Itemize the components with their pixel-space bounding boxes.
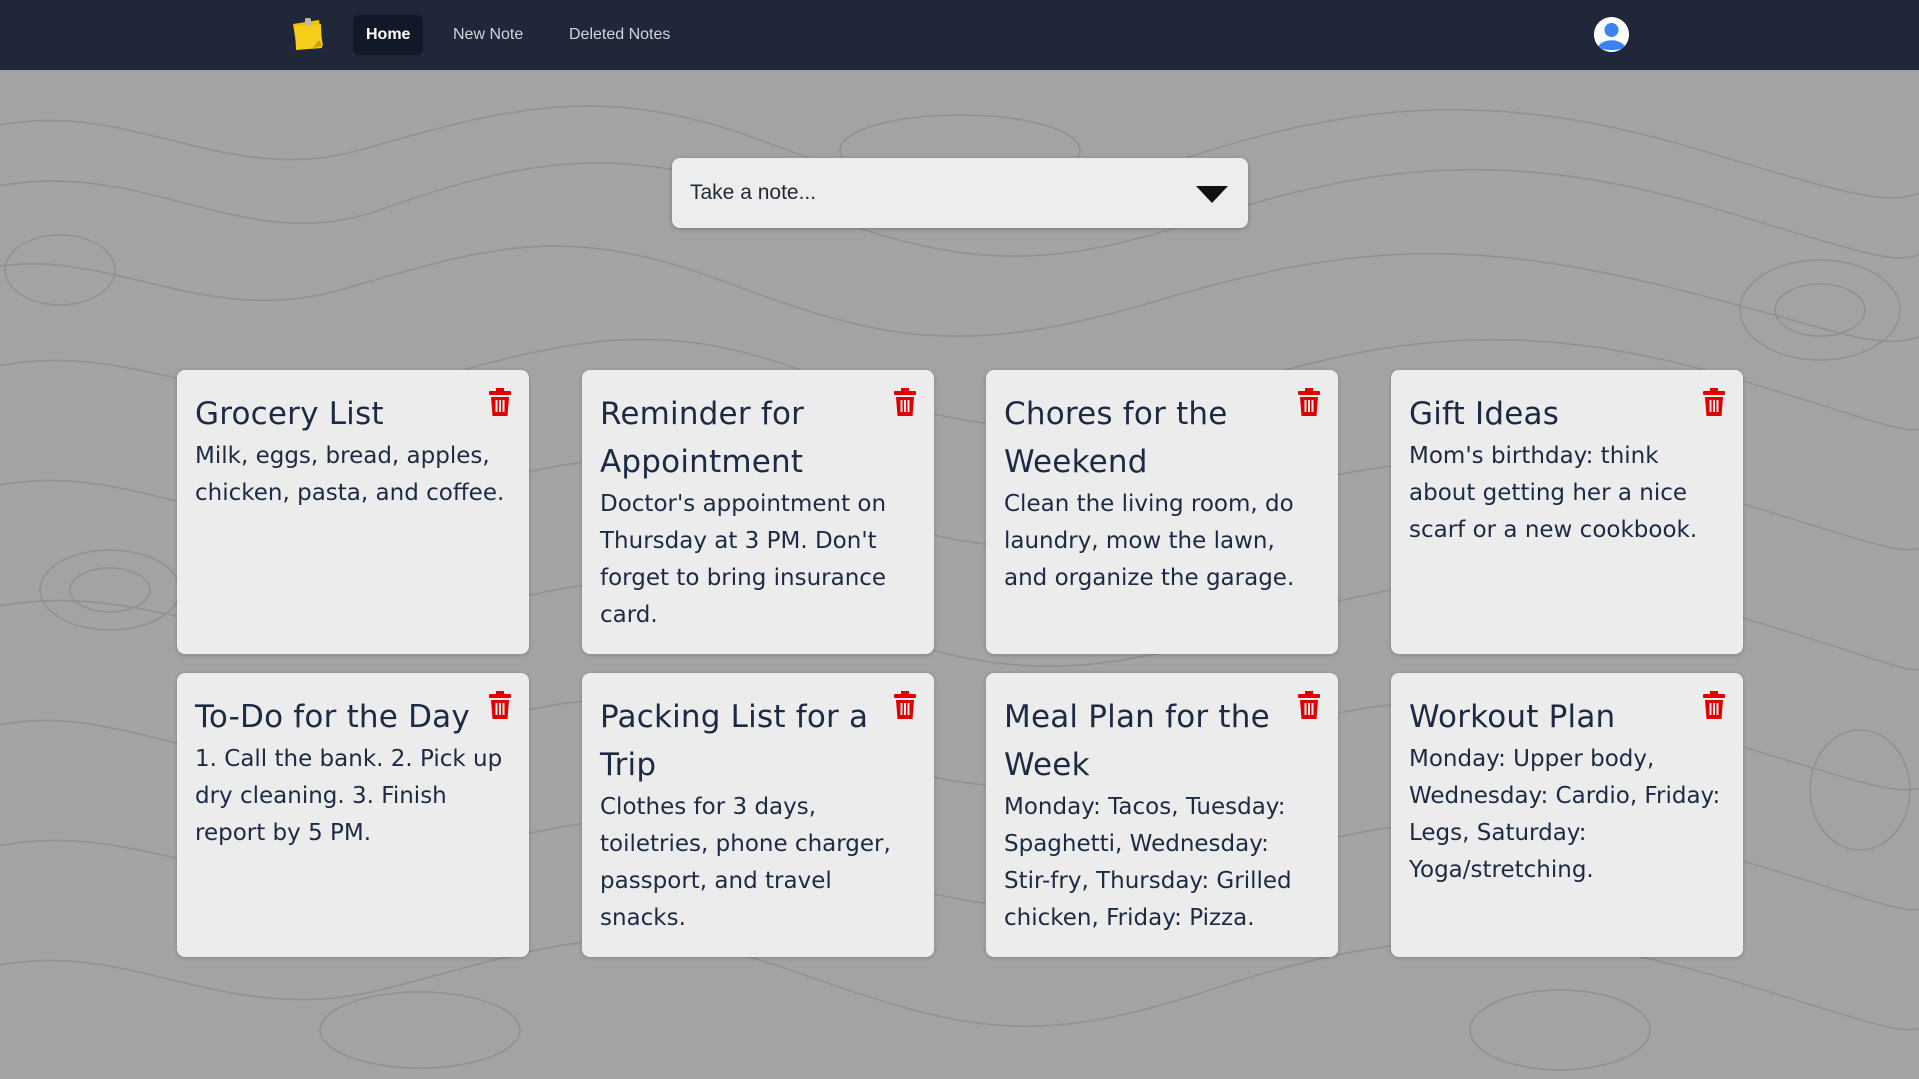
note-card[interactable]: Gift Ideas Mom's birthday: think about g… xyxy=(1391,370,1743,654)
note-title: Grocery List xyxy=(195,396,384,432)
trash-icon[interactable] xyxy=(1298,388,1320,416)
note-card[interactable]: Workout Plan Monday: Upper body, Wednesd… xyxy=(1391,673,1743,957)
sticky-note-logo-icon[interactable] xyxy=(289,16,327,54)
note-body: Mom's birthday: think about getting her … xyxy=(1409,443,1698,543)
note-card[interactable]: Chores for the Weekend Clean the living … xyxy=(986,370,1338,654)
trash-icon[interactable] xyxy=(1298,691,1320,719)
nav-link-deleted-notes[interactable]: Deleted Notes xyxy=(556,15,683,55)
note-card[interactable]: Reminder for Appointment Doctor's appoin… xyxy=(582,370,934,654)
note-body: Monday: Upper body, Wednesday: Cardio, F… xyxy=(1409,746,1721,883)
note-body: 1. Call the bank. 2. Pick up dry cleanin… xyxy=(195,746,503,846)
note-card[interactable]: Packing List for a Trip Clothes for 3 da… xyxy=(582,673,934,957)
note-title: Workout Plan xyxy=(1409,699,1616,735)
nav-link-new-note[interactable]: New Note xyxy=(440,15,536,55)
note-card[interactable]: To-Do for the Day 1. Call the bank. 2. P… xyxy=(177,673,529,957)
note-card[interactable]: Grocery List Milk, eggs, bread, apples, … xyxy=(177,370,529,654)
user-avatar-icon[interactable] xyxy=(1594,17,1629,52)
note-title: To-Do for the Day xyxy=(195,699,470,735)
trash-icon[interactable] xyxy=(489,691,511,719)
note-title: Meal Plan for the Week xyxy=(1004,699,1270,783)
note-body: Doctor's appointment on Thursday at 3 PM… xyxy=(600,491,887,628)
trash-icon[interactable] xyxy=(1703,691,1725,719)
trash-icon[interactable] xyxy=(489,388,511,416)
top-navbar: Home New Note Deleted Notes xyxy=(0,0,1919,70)
note-card[interactable]: Meal Plan for the Week Monday: Tacos, Tu… xyxy=(986,673,1338,957)
triangle-down-icon[interactable] xyxy=(1196,186,1228,203)
note-title: Chores for the Weekend xyxy=(1004,396,1228,480)
note-title: Packing List for a Trip xyxy=(600,699,869,783)
note-body: Clean the living room, do laundry, mow t… xyxy=(1004,491,1295,591)
note-body: Milk, eggs, bread, apples, chicken, past… xyxy=(195,443,505,506)
trash-icon[interactable] xyxy=(894,388,916,416)
note-title: Reminder for Appointment xyxy=(600,396,805,480)
nav-link-home[interactable]: Home xyxy=(353,15,424,55)
note-composer xyxy=(672,158,1248,228)
take-note-input[interactable] xyxy=(672,158,1172,228)
note-title: Gift Ideas xyxy=(1409,396,1560,432)
trash-icon[interactable] xyxy=(894,691,916,719)
note-body: Clothes for 3 days, toiletries, phone ch… xyxy=(600,794,891,931)
trash-icon[interactable] xyxy=(1703,388,1725,416)
note-body: Monday: Tacos, Tuesday: Spaghetti, Wedne… xyxy=(1004,794,1292,931)
